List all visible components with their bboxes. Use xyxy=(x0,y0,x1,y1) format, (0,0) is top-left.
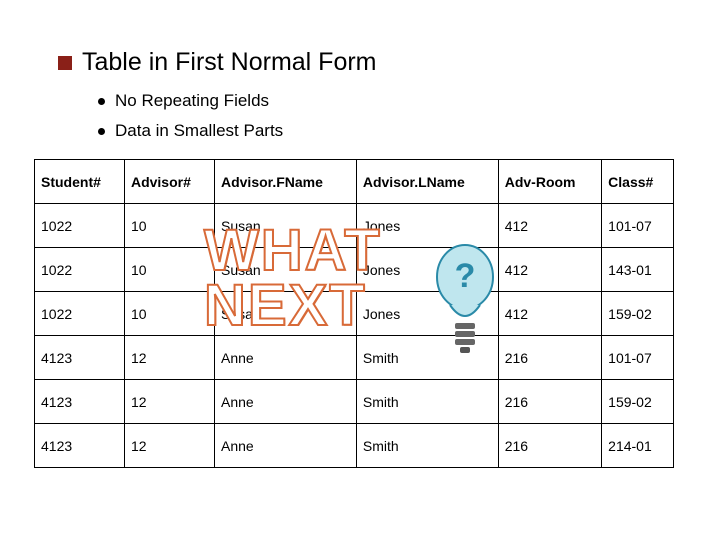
cell: Susan xyxy=(214,292,356,336)
cell: 1022 xyxy=(35,204,125,248)
cell: Smith xyxy=(356,424,498,468)
col-class: Class# xyxy=(602,160,674,204)
cell: 10 xyxy=(124,292,214,336)
cell: 1022 xyxy=(35,292,125,336)
cell: 10 xyxy=(124,248,214,292)
cell: 412 xyxy=(498,204,601,248)
cell: Jones xyxy=(356,204,498,248)
cell: 412 xyxy=(498,248,601,292)
cell: Susan xyxy=(214,204,356,248)
cell: 216 xyxy=(498,380,601,424)
bullet-list: No Repeating Fields Data in Smallest Par… xyxy=(98,91,680,141)
dot-bullet-icon xyxy=(98,128,105,135)
cell: 12 xyxy=(124,424,214,468)
cell: 101-07 xyxy=(602,336,674,380)
bullet-text: No Repeating Fields xyxy=(115,91,269,111)
title-row: Table in First Normal Form xyxy=(58,48,680,77)
cell: Jones xyxy=(356,292,498,336)
cell: 4123 xyxy=(35,380,125,424)
cell: 12 xyxy=(124,336,214,380)
table-row: 1022 10 Susan Jones 412 159-02 xyxy=(35,292,674,336)
cell: 1022 xyxy=(35,248,125,292)
col-advisor-lname: Advisor.LName xyxy=(356,160,498,204)
col-advisor: Advisor# xyxy=(124,160,214,204)
bullet-item: No Repeating Fields xyxy=(98,91,680,111)
cell: 4123 xyxy=(35,336,125,380)
slide-content: Table in First Normal Form No Repeating … xyxy=(0,0,720,468)
section-title: Table in First Normal Form xyxy=(82,48,377,77)
cell: Anne xyxy=(214,424,356,468)
table-header-row: Student# Advisor# Advisor.FName Advisor.… xyxy=(35,160,674,204)
bullet-item: Data in Smallest Parts xyxy=(98,121,680,141)
cell: 159-02 xyxy=(602,292,674,336)
col-advisor-fname: Advisor.FName xyxy=(214,160,356,204)
dot-bullet-icon xyxy=(98,98,105,105)
table-row: 1022 10 Susan Jones 412 101-07 xyxy=(35,204,674,248)
table-row: 1022 10 Susan Jones 412 143-01 xyxy=(35,248,674,292)
col-adv-room: Adv-Room xyxy=(498,160,601,204)
cell: Smith xyxy=(356,336,498,380)
table-row: 4123 12 Anne Smith 216 101-07 xyxy=(35,336,674,380)
cell: 412 xyxy=(498,292,601,336)
square-bullet-icon xyxy=(58,56,72,70)
table-container: Student# Advisor# Advisor.FName Advisor.… xyxy=(34,159,674,468)
cell: Anne xyxy=(214,380,356,424)
cell: 12 xyxy=(124,380,214,424)
bullet-text: Data in Smallest Parts xyxy=(115,121,283,141)
cell: 216 xyxy=(498,336,601,380)
cell: 159-02 xyxy=(602,380,674,424)
cell: 4123 xyxy=(35,424,125,468)
cell: 216 xyxy=(498,424,601,468)
col-student: Student# xyxy=(35,160,125,204)
cell: Susan xyxy=(214,248,356,292)
cell: 101-07 xyxy=(602,204,674,248)
cell: 214-01 xyxy=(602,424,674,468)
cell: 10 xyxy=(124,204,214,248)
normal-form-table: Student# Advisor# Advisor.FName Advisor.… xyxy=(34,159,674,468)
table-row: 4123 12 Anne Smith 216 159-02 xyxy=(35,380,674,424)
cell: 143-01 xyxy=(602,248,674,292)
cell: Jones xyxy=(356,248,498,292)
cell: Smith xyxy=(356,380,498,424)
table-row: 4123 12 Anne Smith 216 214-01 xyxy=(35,424,674,468)
cell: Anne xyxy=(214,336,356,380)
